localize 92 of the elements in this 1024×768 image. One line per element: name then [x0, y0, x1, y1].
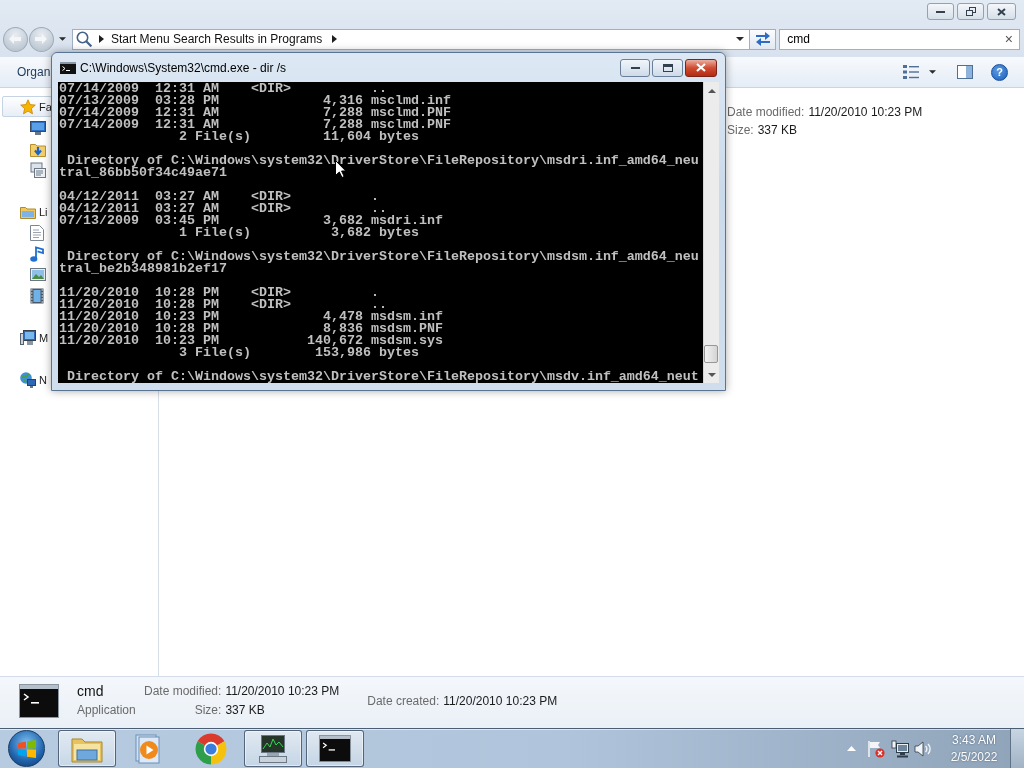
star-icon	[20, 98, 36, 115]
scrollbar-thumb[interactable]	[704, 345, 718, 363]
console-line: 07/13/2009 03:45 PM 3,682 msdri.inf	[59, 215, 443, 227]
detail-label: Size:	[727, 123, 754, 137]
detail-value: 11/20/2010 10:23 PM	[225, 683, 340, 700]
console-line: 3 File(s) 153,986 bytes	[177, 347, 419, 359]
detail-value: 11/20/2010 10:23 PM	[443, 692, 558, 710]
terminal-icon	[19, 684, 59, 718]
minimize-button[interactable]	[927, 3, 954, 20]
detail-value: 11/20/2010 10:23 PM	[808, 105, 923, 119]
taskbar-button[interactable]	[244, 730, 302, 767]
nav-item[interactable]: Li	[2, 201, 52, 222]
nav-item[interactable]: Fa	[2, 96, 52, 117]
document-icon	[30, 224, 44, 241]
start-button[interactable]	[8, 730, 45, 767]
arrow-right-icon	[35, 34, 48, 44]
network-icon[interactable]	[891, 739, 909, 758]
detail-label: Date modified:	[144, 683, 222, 700]
console-line: 11/20/2010 10:28 PM <DIR> ..	[59, 299, 387, 311]
music-note-icon	[30, 245, 44, 262]
film-strip-icon	[30, 287, 44, 304]
file-name: cmd	[77, 682, 105, 701]
maximize-button[interactable]	[652, 58, 683, 77]
minimize-icon	[936, 10, 945, 13]
refresh-button[interactable]	[750, 28, 777, 50]
console-line: Directory of C:\Windows\system32\DriverStore\FileRepository\msdri.inf_amd64_neu	[67, 155, 699, 167]
detail-label: Date created:	[367, 692, 440, 710]
breadcrumb-link[interactable]: Start Menu Search Results in Programs	[110, 32, 323, 46]
network-icon	[20, 371, 36, 388]
console-line: 11/20/2010 10:28 PM <DIR> .	[59, 287, 379, 299]
console-line: tral_be2b348981b2ef17	[59, 263, 227, 275]
chevron-icon[interactable]	[98, 35, 104, 43]
organize-button[interactable]: Organ	[13, 65, 55, 79]
desktop-icon	[30, 120, 46, 135]
preview-pane-icon[interactable]	[957, 65, 973, 79]
swap-arrows-icon	[754, 32, 771, 46]
arrow-left-icon	[9, 34, 22, 44]
computer-icon	[20, 330, 36, 345]
scrollbar[interactable]	[703, 82, 719, 383]
close-icon	[696, 63, 706, 72]
address-field[interactable]: Start Menu Search Results in Programs	[71, 28, 751, 50]
nav-item[interactable]: N	[2, 369, 52, 390]
file-type: Application	[77, 702, 137, 719]
console-line: 07/14/2009 12:31 AM <DIR> ..	[59, 83, 387, 95]
console-line: 2 File(s) 11,604 bytes	[177, 131, 419, 143]
caret-down-icon	[707, 372, 716, 377]
console-line: tral_86bb50f34c49ae71	[59, 167, 227, 179]
window-title: C:\Windows\System32\cmd.exe - dir /s	[80, 60, 287, 75]
detail-label: Date modified:	[727, 105, 805, 119]
restore-icon	[965, 7, 976, 16]
library-folder-icon	[20, 204, 36, 219]
taskbar-button[interactable]	[306, 730, 364, 767]
console-line: 1 File(s) 3,682 bytes	[177, 227, 419, 239]
nav-item[interactable]: M	[2, 327, 52, 348]
console-line: 07/14/2009 12:31 AM 7,288 msclmd.PNF	[59, 119, 451, 131]
clear-search-button[interactable]: ×	[1002, 32, 1015, 46]
monitor-icon	[257, 733, 289, 764]
caret-down-icon[interactable]	[736, 37, 745, 41]
search-field[interactable]: cmd ×	[779, 28, 1020, 50]
chevron-icon[interactable]	[332, 35, 338, 43]
search-icon	[75, 31, 92, 47]
speaker-icon[interactable]	[914, 740, 932, 757]
caret-down-icon[interactable]	[929, 70, 936, 74]
caret-down-icon[interactable]	[58, 37, 66, 41]
show-desktop-button[interactable]	[1010, 729, 1024, 768]
maximize-icon	[662, 63, 673, 72]
view-options-icon[interactable]	[903, 65, 919, 79]
stacked-pages-icon	[30, 161, 46, 178]
picture-icon	[30, 268, 46, 281]
flag-icon[interactable]	[867, 739, 885, 758]
console-line: Directory of C:\Windows\system32\DriverStore\FileRepository\msdsm.inf_amd64_neu	[67, 251, 699, 263]
detail-value: 337 KB	[757, 123, 798, 137]
console-line: 11/20/2010 10:23 PM 140,672 msdsm.sys	[59, 335, 443, 347]
console-line: 04/12/2011 03:27 AM <DIR> ..	[59, 203, 387, 215]
console-line: 07/14/2009 12:31 AM 7,288 msclmd.PNF	[59, 107, 451, 119]
console-line: 07/13/2009 03:28 PM 4,316 msclmd.inf	[59, 95, 451, 107]
detail-value: 337 KB	[225, 702, 266, 719]
close-icon	[997, 7, 1006, 16]
console-line: 11/20/2010 10:23 PM 4,478 msdsm.inf	[59, 311, 443, 323]
close-button[interactable]	[685, 58, 717, 77]
terminal-icon	[60, 61, 76, 74]
minimize-button[interactable]	[620, 58, 650, 77]
console-line: 04/12/2011 03:27 AM <DIR> .	[59, 191, 379, 203]
tricolor-ring-icon	[195, 732, 227, 765]
close-button[interactable]	[987, 3, 1016, 20]
detail-label: Size:	[193, 702, 222, 719]
minimize-icon	[630, 66, 640, 69]
windows-logo-icon	[16, 739, 37, 758]
restore-button[interactable]	[957, 3, 984, 20]
console-line: 11/20/2010 10:28 PM 8,836 msdsm.PNF	[59, 323, 443, 335]
console-line: Directory of C:\Windows\system32\DriverStore\FileRepository\msdv.inf_amd64_neut	[66, 371, 699, 383]
terminal-icon	[319, 735, 351, 762]
